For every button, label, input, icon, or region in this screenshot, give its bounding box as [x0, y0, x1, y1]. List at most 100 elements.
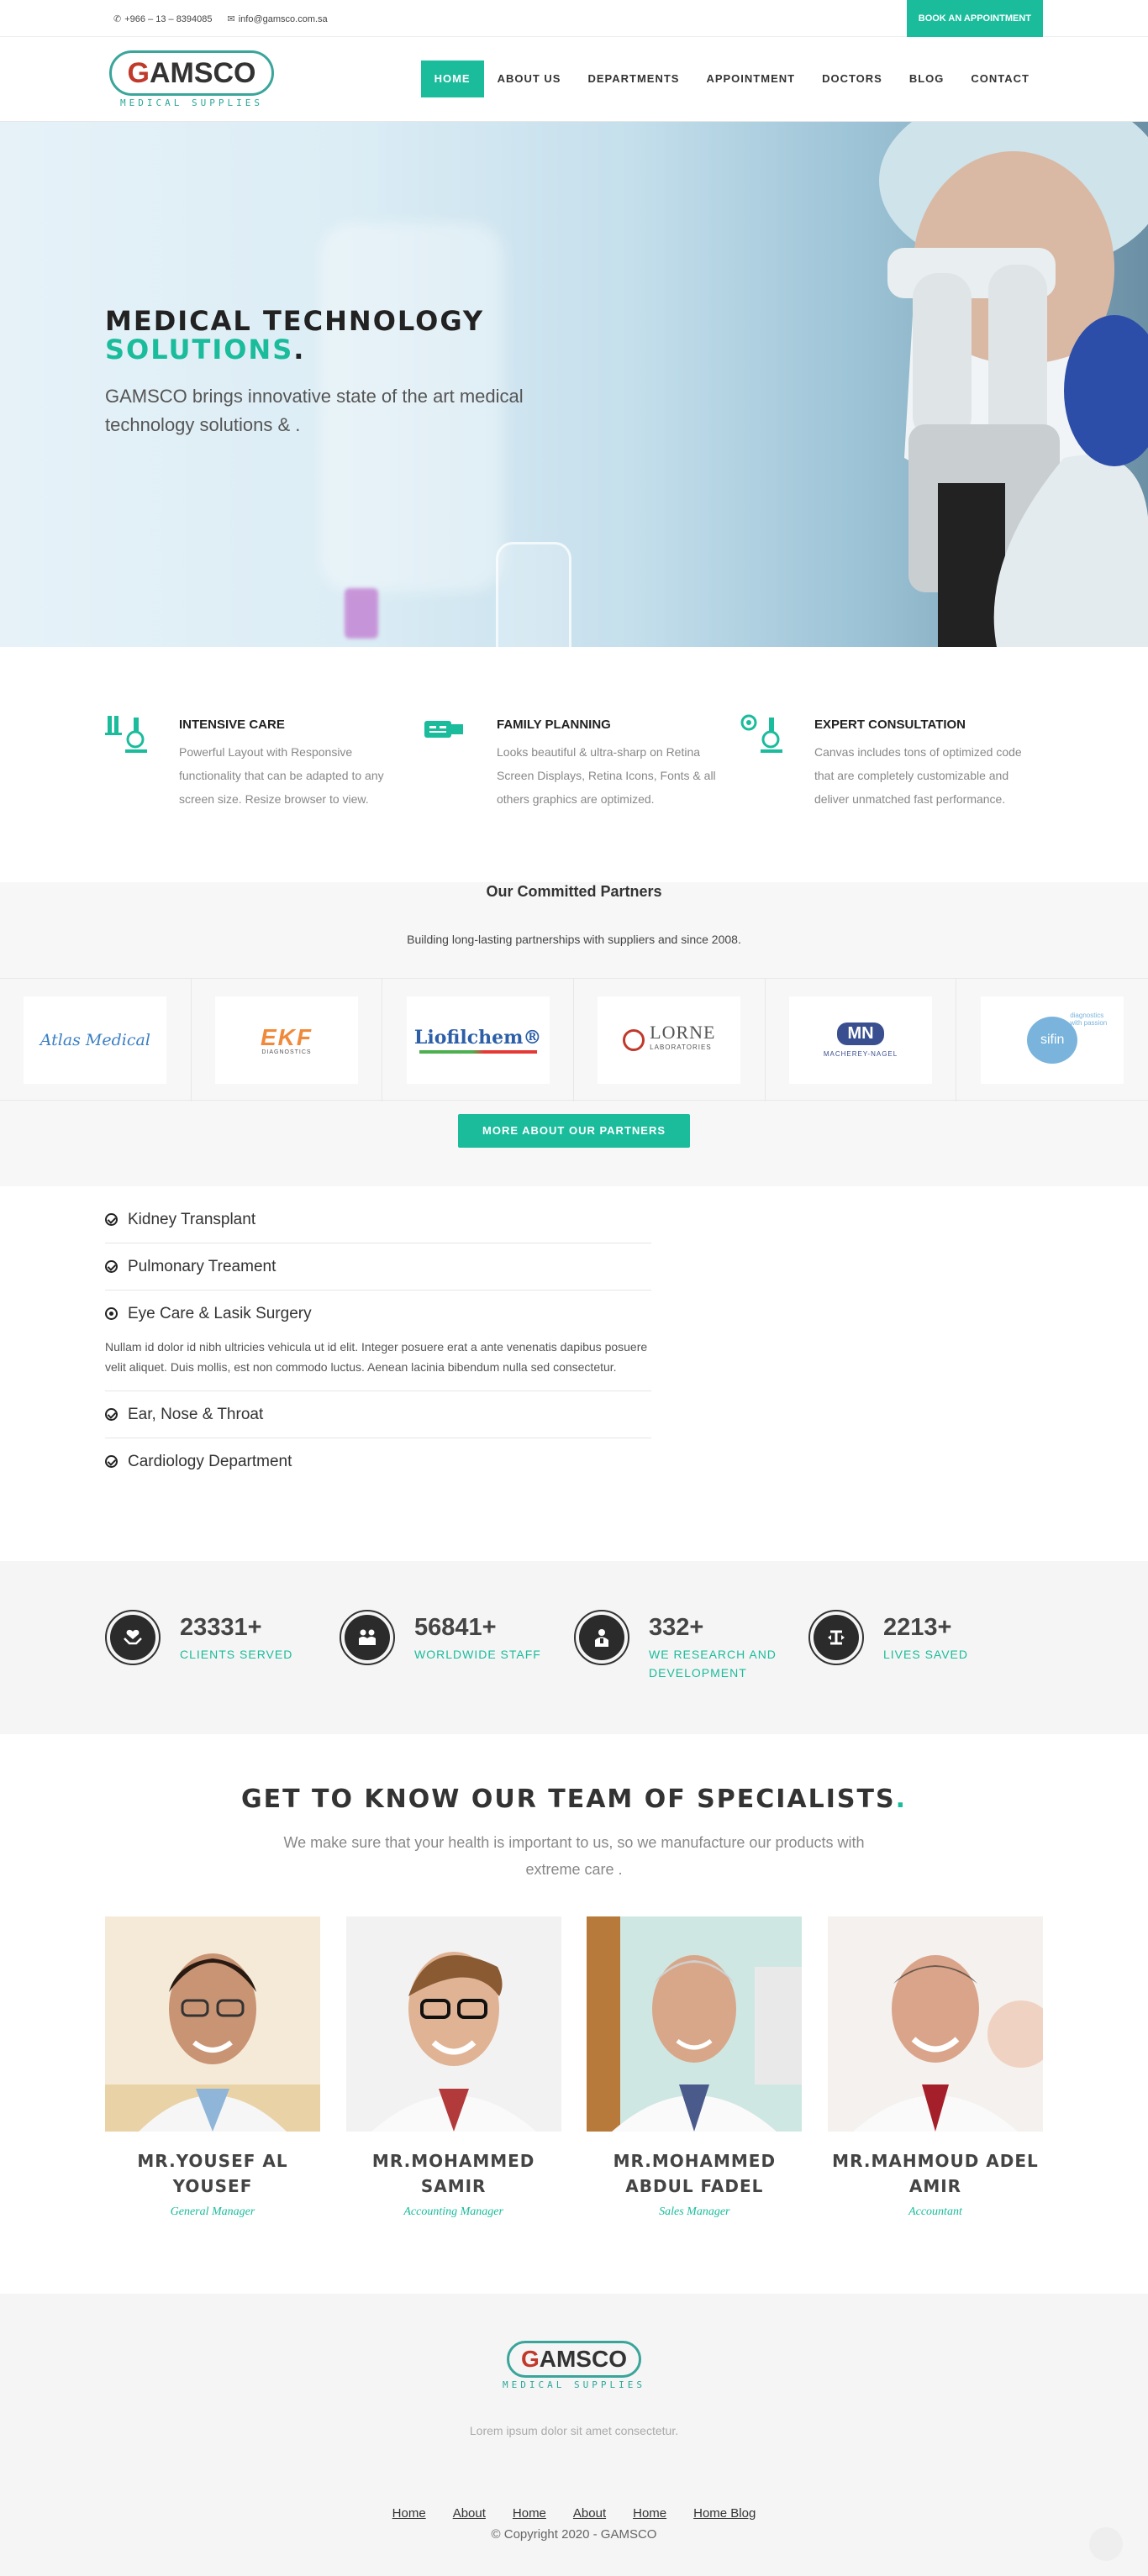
accordion-header[interactable]: Kidney Transplant — [105, 1196, 651, 1243]
stat-label: WE RESEARCH AND DEVELOPMENT — [649, 1648, 777, 1680]
partner-logo-macherey-nagel[interactable]: MN MACHEREY-NAGEL — [789, 996, 933, 1084]
copyright: © Copyright 2020 - GAMSCO — [491, 2527, 657, 2542]
partner-cell: MN MACHEREY-NAGEL — [766, 979, 957, 1101]
partner-cell: LORNE LABORATORIES — [574, 979, 766, 1101]
footer-link-home[interactable]: Home — [392, 2506, 426, 2521]
site-header: GAMSCO MEDICAL SUPPLIES HOME ABOUT US DE… — [0, 37, 1148, 122]
partner-logo-sifin[interactable]: sifin diagnostics with passion — [981, 996, 1124, 1084]
accordion-item-open[interactable]: Eye Care & Lasik Surgery Nullam id dolor… — [105, 1291, 651, 1391]
partner-logo-lorne[interactable]: LORNE LABORATORIES — [598, 996, 741, 1084]
logo-tagline: MEDICAL SUPPLIES — [503, 2379, 645, 2390]
mail-icon: ✉ — [227, 13, 235, 24]
member-role: Accounting Manager — [403, 2205, 503, 2218]
accordion-header[interactable]: Pulmonary Treament — [105, 1243, 651, 1290]
logo-underline — [419, 1050, 537, 1054]
nav-contact[interactable]: CONTACT — [957, 60, 1043, 97]
accordion-item[interactable]: Pulmonary Treament — [105, 1243, 651, 1291]
nav-about-us[interactable]: ABOUT US — [484, 60, 575, 97]
nav-doctors[interactable]: DOCTORS — [808, 60, 896, 97]
partner-cell: Atlas Medical — [0, 979, 192, 1101]
stat-clients-served: 23331+ CLIENTS SERVED — [105, 1610, 340, 1682]
member-role: General Manager — [170, 2205, 255, 2218]
nav-blog[interactable]: BLOG — [896, 60, 958, 97]
accordion-header[interactable]: Ear, Nose & Throat — [105, 1391, 651, 1438]
site-logo[interactable]: GAMSCO MEDICAL SUPPLIES — [105, 50, 278, 108]
team-member-card[interactable]: MR.MAHMOUD ADEL AMIR Accountant — [827, 1916, 1043, 2219]
stat-icon-ring — [340, 1610, 395, 1665]
footer-link-home[interactable]: Home — [513, 2506, 546, 2521]
feature-intensive-care: INTENSIVE CARE Powerful Layout with Resp… — [105, 714, 408, 811]
partner-cell: Liofilchem® — [382, 979, 575, 1101]
stat-value: 23331+ — [180, 1614, 262, 1641]
partner-logo-liofilchem[interactable]: Liofilchem® — [406, 996, 550, 1084]
accordion-title: Eye Care & Lasik Surgery — [128, 1304, 312, 1322]
logo-text: EKF — [261, 1023, 313, 1050]
accordion-title: Ear, Nose & Throat — [128, 1405, 264, 1423]
feature-family-planning: FAMILY PLANNING Looks beautiful & ultra-… — [423, 714, 725, 811]
logo-subtext: DIAGNOSTICS — [261, 1049, 312, 1055]
scroll-to-top-button[interactable] — [1089, 2527, 1123, 2561]
hero-flask-illustration — [496, 542, 571, 647]
hero-scientist-microscope-image — [879, 122, 1148, 647]
email-info[interactable]: ✉ info@gamsco.com.sa — [228, 13, 328, 24]
phone-number: +966 – 13 – 8394085 — [124, 13, 213, 24]
stat-value: 56841+ — [414, 1614, 497, 1641]
logo-text: Liofilchem® — [413, 1027, 542, 1049]
footer-link-about[interactable]: About — [573, 2506, 606, 2521]
hero-text: MEDICAL TECHNOLOGY SOLUTIONS. GAMSCO bri… — [105, 307, 576, 439]
phone-icon: ✆ — [113, 13, 122, 24]
logo-wordmark: GAMSCO — [506, 2341, 641, 2378]
email-address[interactable]: info@gamsco.com.sa — [239, 14, 328, 24]
footer-link-about[interactable]: About — [453, 2506, 486, 2521]
accordion-item[interactable]: Ear, Nose & Throat — [105, 1391, 651, 1438]
hero-background-bottle — [345, 588, 378, 639]
nav-home[interactable]: HOME — [420, 60, 484, 97]
family-planning-icon — [423, 714, 497, 811]
stats-section: 23331+ CLIENTS SERVED 56841+ WORLDWIDE S… — [0, 1561, 1148, 1734]
accordion-item[interactable]: Kidney Transplant — [105, 1196, 651, 1243]
team-member-card[interactable]: MR.MOHAMMED ABDUL FADEL Sales Manager — [587, 1916, 803, 2219]
stat-icon-ring — [574, 1610, 629, 1665]
contact-info: ✆ +966 – 13 – 8394085 ✉ info@gamsco.com.sa — [105, 13, 328, 24]
team-section: GET TO KNOW OUR TEAM OF SPECIALISTS. We … — [0, 1734, 1148, 2294]
team-member-card[interactable]: MR.YOUSEF AL YOUSEF General Manager — [105, 1916, 320, 2219]
stat-value: 2213+ — [883, 1614, 952, 1641]
feature-expert-consultation: EXPERT CONSULTATION Canvas includes tons… — [740, 714, 1043, 811]
partner-logo-atlas-medical[interactable]: Atlas Medical — [24, 996, 167, 1084]
logo-subtext: LABORATORIES — [650, 1044, 712, 1051]
top-bar: ✆ +966 – 13 – 8394085 ✉ info@gamsco.com.sa… — [0, 0, 1148, 37]
hands-heart-icon — [110, 1615, 155, 1660]
book-appointment-button[interactable]: BOOK AN APPOINTMENT — [906, 0, 1043, 37]
stat-icon-ring — [808, 1610, 864, 1665]
logo-text: LORNE — [650, 1022, 716, 1043]
partners-section: Our Committed Partners Building long-las… — [0, 882, 1148, 1186]
team-member-card[interactable]: MR.MOHAMMED SAMIR Accounting Manager — [345, 1916, 561, 2219]
stat-research-development: 332+ WE RESEARCH AND DEVELOPMENT — [574, 1610, 808, 1682]
logo-text: Atlas Medical — [39, 1031, 150, 1049]
main-nav: HOME ABOUT US DEPARTMENTS APPOINTMENT DO… — [420, 60, 1043, 97]
accordion-content: Nullam id dolor id nibh ultricies vehicu… — [105, 1340, 648, 1374]
footer-link-home[interactable]: Home — [633, 2506, 666, 2521]
accordion-header[interactable]: Eye Care & Lasik Surgery — [105, 1291, 651, 1337]
member-name: MR.MOHAMMED SAMIR — [371, 2151, 535, 2196]
nav-appointment[interactable]: APPOINTMENT — [692, 60, 808, 97]
team-title: GET TO KNOW OUR TEAM OF SPECIALISTS. — [241, 1785, 907, 1814]
logo-subtext: MACHEREY-NAGEL — [823, 1050, 898, 1058]
features-section: INTENSIVE CARE Powerful Layout with Resp… — [0, 647, 1148, 882]
check-circle-icon — [105, 1260, 118, 1273]
logo-subtext: diagnostics with passion — [1070, 1012, 1108, 1027]
accordion-title: Cardiology Department — [128, 1452, 292, 1470]
logo-tagline: MEDICAL SUPPLIES — [120, 97, 263, 108]
partner-logo-ekf[interactable]: EKF DIAGNOSTICS — [215, 996, 358, 1084]
member-name: MR.YOUSEF AL YOUSEF — [137, 2151, 288, 2196]
accordion-header[interactable]: Cardiology Department — [105, 1438, 651, 1485]
hero-description: GAMSCO brings innovative state of the ar… — [105, 386, 524, 435]
footer-logo[interactable]: GAMSCO MEDICAL SUPPLIES — [503, 2294, 645, 2390]
team-members: MR.YOUSEF AL YOUSEF General Manager MR.M… — [105, 1916, 1043, 2219]
footer-link-home-blog[interactable]: Home Blog — [693, 2506, 756, 2521]
accordion-item[interactable]: Cardiology Department — [105, 1438, 651, 1485]
nav-departments[interactable]: DEPARTMENTS — [574, 60, 692, 97]
stat-value: 332+ — [649, 1614, 704, 1641]
more-partners-button[interactable]: MORE ABOUT OUR PARTNERS — [458, 1114, 690, 1148]
hero-section: MEDICAL TECHNOLOGY SOLUTIONS. GAMSCO bri… — [0, 122, 1148, 647]
